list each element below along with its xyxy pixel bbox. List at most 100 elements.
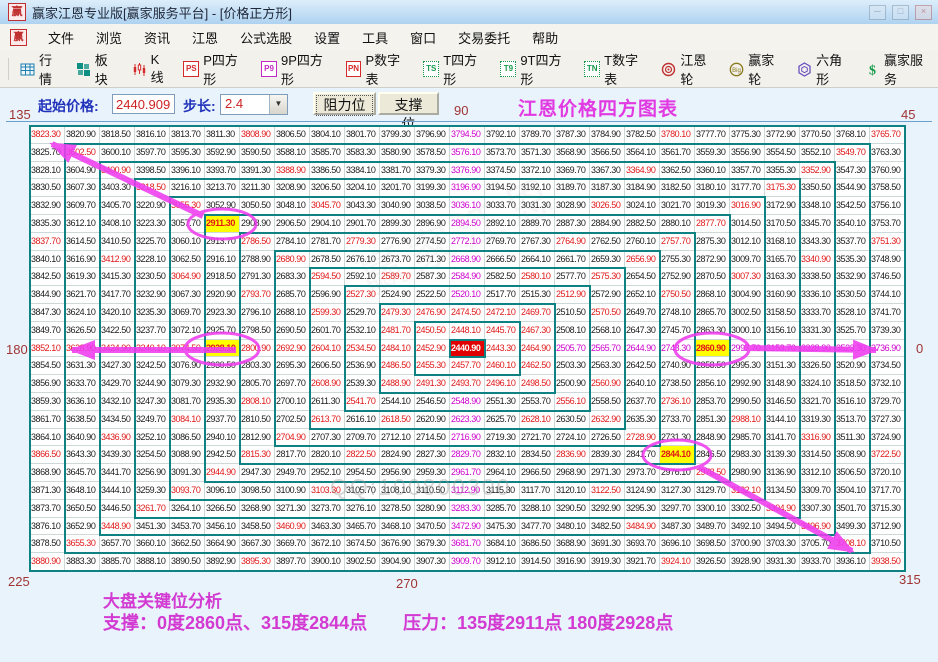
grid-cell: 3516.10 (835, 393, 870, 411)
grid-cell: 3076.90 (170, 357, 205, 376)
toolbar-item-kline[interactable]: K线 (125, 49, 177, 89)
grid-cell: 3012.10 (730, 232, 765, 251)
grid-cell-highlight: 2928.10 (205, 339, 240, 358)
grid-cell: 3067.30 (170, 286, 205, 304)
grid-cell: 3799.30 (380, 126, 415, 144)
toolbar-item-label: 赢家轮 (748, 53, 775, 87)
grid-cell: 3564.10 (625, 143, 660, 162)
grid-cell: 3734.50 (870, 357, 905, 376)
grid-cell: 3681.70 (450, 535, 485, 554)
grid-cell: 3868.90 (30, 464, 65, 482)
grid-cell: 2745.70 (660, 321, 695, 340)
grid-cell: 3340.90 (800, 250, 835, 269)
grid-cell: 2505.70 (555, 339, 590, 358)
grid-cell: 3240.10 (135, 339, 170, 358)
toolbar-item-9p-square[interactable]: P9 9P四方形 (254, 47, 338, 91)
grid-cell: 3895.30 (240, 553, 275, 571)
step-combobox[interactable]: 2.4 ▼ (220, 94, 288, 115)
grid-cell: 3753.70 (870, 215, 905, 233)
grid-cell: 3878.50 (30, 535, 65, 554)
grid-cell: 3583.30 (345, 143, 380, 162)
grid-cell: 3398.50 (135, 161, 170, 180)
grid-cell: 3292.90 (590, 499, 625, 518)
toolbar-item-service[interactable]: $ 赢家服务 (858, 47, 938, 91)
grid-cell: 2676.10 (345, 250, 380, 269)
grid-cell: 2728.90 (625, 428, 660, 447)
grid-cell: 3540.10 (835, 215, 870, 233)
grid-cell: 2520.10 (450, 286, 485, 304)
toolbar-item-winner-wheel[interactable]: Big 赢家轮 (722, 47, 790, 91)
grid-cell: 2774.50 (415, 232, 450, 251)
toolbar-item-label: P数字表 (365, 53, 401, 87)
toolbar-item-label: 六角形 (816, 53, 843, 87)
grid-cell: 3830.50 (30, 179, 65, 198)
grid-cell: 3204.10 (345, 179, 380, 198)
grid-cell: 3088.90 (170, 446, 205, 465)
grid-cell: 3360.10 (695, 161, 730, 180)
grid-cell: 3936.10 (835, 553, 870, 571)
toolbar-item-quotes[interactable]: 行情 (13, 47, 69, 91)
grid-cell: 2894.50 (450, 215, 485, 233)
p-table-badge-icon: PN (345, 61, 362, 77)
grid-cell: 2712.10 (380, 428, 415, 447)
grid-cell: 3660.10 (135, 535, 170, 554)
toolbar-item-t-square[interactable]: TS T四方形 (416, 47, 493, 91)
grid-cell: 2640.10 (625, 375, 660, 393)
grid-cell: 2923.30 (205, 304, 240, 322)
grid-cell: 2863.30 (695, 321, 730, 340)
grid-cell: 3151.30 (765, 357, 800, 376)
chevron-down-icon[interactable]: ▼ (269, 95, 287, 114)
grid-cell: 3242.50 (135, 357, 170, 376)
toolbar-item-p-table[interactable]: PN P数字表 (339, 47, 417, 91)
support-button[interactable]: 支撑位 (378, 92, 439, 132)
toolbar-item-p-square[interactable]: PS P四方形 (176, 47, 254, 91)
grid-cell: 2798.50 (240, 321, 275, 340)
toolbar-item-label: 9P四方形 (280, 53, 323, 87)
pane-divider (6, 121, 932, 122)
grid-cell: 2829.70 (450, 446, 485, 465)
grid-cell: 2601.70 (310, 321, 345, 340)
close-button[interactable]: × (915, 5, 932, 20)
grid-cell: 3410.50 (100, 232, 135, 251)
start-price-input[interactable] (112, 94, 175, 114)
grid-cell: 3885.70 (100, 553, 135, 571)
grid-cell: 3165.70 (765, 250, 800, 269)
grid-cell: 3588.10 (275, 143, 310, 162)
grid-cell: 2973.70 (625, 464, 660, 482)
grid-cell: 2534.50 (345, 339, 380, 358)
grid-cell: 2484.10 (380, 339, 415, 358)
grid-cell: 3271.30 (275, 499, 310, 518)
toolbar-item-hexagon[interactable]: 六角形 (790, 47, 858, 91)
toolbar-item-gann-wheel[interactable]: 江恩轮 (654, 47, 722, 91)
grid-cell: 3600.10 (100, 143, 135, 162)
toolbar-item-sectors[interactable]: 板块 (69, 47, 125, 91)
grid-cell: 2949.70 (275, 464, 310, 482)
minimize-button[interactable]: ─ (869, 5, 886, 20)
grid-cell: 2740.90 (660, 357, 695, 376)
grid-cell: 3482.50 (590, 517, 625, 536)
grid-cell: 2810.50 (240, 410, 275, 429)
grid-cell: 3679.30 (415, 535, 450, 554)
grid-cell: 2884.90 (590, 215, 625, 233)
resistance-button[interactable]: 阻力位 (313, 92, 376, 116)
grid-cell: 3328.90 (800, 339, 835, 358)
toolbar-item-t-table[interactable]: TN T数字表 (577, 47, 654, 91)
grid-cell: 3009.70 (730, 250, 765, 269)
grid-cell: 3772.90 (765, 126, 800, 144)
toolbar-separator (8, 58, 9, 80)
grid-cell: 3228.10 (135, 250, 170, 269)
grid-cell: 2556.10 (555, 393, 590, 411)
grid-cell: 3033.70 (485, 197, 520, 215)
grid-cell: 3619.30 (65, 268, 100, 287)
grid-cell: 3840.10 (30, 250, 65, 269)
grid-cell: 3667.30 (240, 535, 275, 554)
toolbar-item-9t-square[interactable]: T9 9T四方形 (493, 47, 577, 91)
grid-cell: 3900.10 (310, 553, 345, 571)
grid-cell: 2966.50 (520, 464, 555, 482)
maximize-button[interactable]: □ (892, 5, 909, 20)
grid-cell: 3384.10 (345, 161, 380, 180)
grid-cell: 3484.90 (625, 517, 660, 536)
grid-cell: 3796.90 (415, 126, 450, 144)
grid-cell: 2947.30 (240, 464, 275, 482)
angle-label-315: 315 (899, 572, 921, 587)
